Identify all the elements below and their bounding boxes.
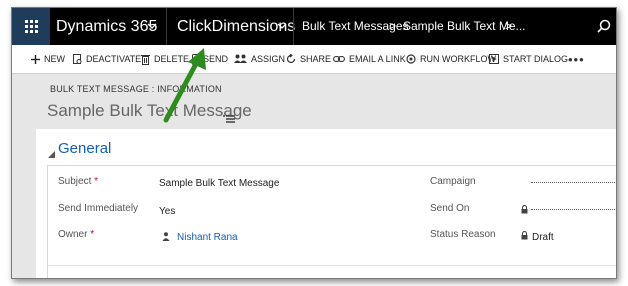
record-title: Sample Bulk Text Message	[47, 101, 252, 120]
campaign-label: Campaign	[430, 176, 476, 187]
general-section-fields: Subject * Sample Bulk Text Message Send …	[47, 165, 616, 278]
assign-label: ASSIGN	[251, 54, 286, 64]
status-reason-label: Status Reason	[430, 229, 496, 240]
user-icon	[162, 232, 170, 241]
send-immediately-field[interactable]: Yes	[159, 206, 175, 217]
required-marker: *	[90, 229, 95, 240]
chevron-down-icon[interactable]	[277, 8, 287, 45]
assign-users-icon	[234, 54, 247, 63]
search-icon[interactable]	[597, 19, 611, 33]
run-workflow-label: RUN WORKFLOW	[420, 54, 496, 64]
owner-lookup-link[interactable]: Nishant Rana	[177, 232, 238, 243]
link-icon	[333, 56, 345, 62]
command-bar: NEW DEACTIVATE DELETE SEND ASSIGN SHARE …	[12, 45, 616, 74]
status-reason-field: Draft	[532, 232, 554, 243]
form-panel: General Subject * Sample Bulk Text Messa…	[36, 129, 616, 278]
nav-divider	[166, 8, 167, 45]
send-immediately-label: Send Immediately	[58, 203, 139, 214]
share-button[interactable]: SHARE	[286, 45, 331, 73]
section-title-general[interactable]: General	[58, 140, 111, 157]
assign-button[interactable]: ASSIGN	[234, 45, 285, 73]
email-a-link-button[interactable]: EMAIL A LINK	[333, 45, 406, 73]
deactivate-label: DEACTIVATE	[86, 54, 142, 64]
new-button[interactable]: NEW	[31, 45, 65, 73]
app-name[interactable]: Dynamics 365	[56, 8, 157, 45]
breadcrumb-separator-icon: >	[389, 19, 397, 33]
record-header: BULK TEXT MESSAGE : INFORMATION Sample B…	[12, 74, 616, 130]
deactivate-button[interactable]: DEACTIVATE	[73, 45, 141, 73]
section-divider	[48, 265, 616, 266]
waffle-icon	[24, 20, 38, 33]
lock-icon	[521, 205, 528, 214]
nav-divider	[293, 8, 294, 45]
email-a-link-label: EMAIL A LINK	[349, 54, 406, 64]
more-commands-button[interactable]: •••	[568, 45, 585, 73]
share-label: SHARE	[300, 54, 332, 64]
campaign-field[interactable]	[531, 182, 616, 183]
share-icon	[286, 54, 296, 64]
deactivate-icon	[73, 53, 82, 64]
required-marker: *	[94, 176, 99, 187]
chevron-down-icon[interactable]	[147, 8, 157, 45]
subject-field[interactable]: Sample Bulk Text Message	[159, 178, 279, 189]
start-dialog-button[interactable]: START DIALOG	[489, 45, 568, 73]
start-dialog-label: START DIALOG	[503, 54, 569, 64]
send-on-field	[531, 209, 616, 210]
subject-label: Subject *	[58, 176, 99, 187]
top-nav-bar: Dynamics 365 ClickDimensions Bulk Text M…	[12, 8, 616, 45]
breadcrumb-expand-icon[interactable]: >	[505, 8, 512, 45]
collapse-triangle-icon[interactable]	[48, 145, 55, 163]
plus-icon	[31, 54, 40, 64]
send-on-label: Send On	[430, 203, 470, 214]
new-label: NEW	[44, 54, 65, 64]
dialog-icon	[489, 54, 499, 64]
app-window: Dynamics 365 ClickDimensions Bulk Text M…	[11, 7, 617, 279]
trash-icon	[141, 54, 150, 65]
owner-label: Owner *	[58, 229, 95, 240]
annotation-arrow-icon	[163, 48, 206, 123]
run-workflow-button[interactable]: RUN WORKFLOW	[406, 45, 496, 73]
workflow-icon	[406, 54, 416, 64]
record-menu-icon[interactable]	[223, 110, 235, 128]
lock-icon	[521, 231, 528, 240]
app-launcher-button[interactable]	[12, 8, 50, 45]
